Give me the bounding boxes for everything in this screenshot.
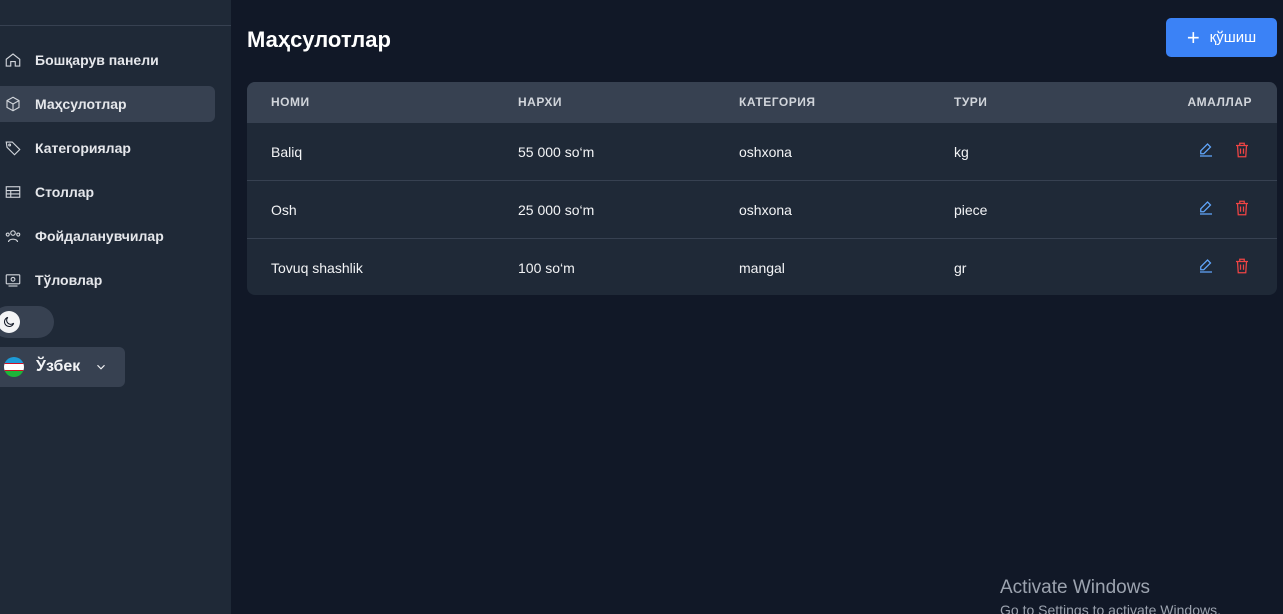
sidebar-item-label: Бошқарув панели [35,52,159,68]
page-title: Маҳсулотлар [247,27,391,52]
uzbekistan-flag-icon [4,357,24,377]
row-actions [1197,257,1251,278]
table-icon [3,182,23,202]
home-icon [3,50,23,70]
cell-type: gr [954,259,967,276]
row-actions [1197,199,1251,220]
cell-category: mangal [739,259,785,276]
language-label: Ўзбек [36,358,81,375]
sidebar-item-label: Тўловлар [35,272,103,288]
sidebar-item-categories[interactable]: Категориялар [0,130,215,166]
sidebar-item-payments[interactable]: Тўловлар [0,262,215,298]
add-button-label: қўшиш [1209,29,1257,46]
add-product-button[interactable]: + қўшиш [1166,18,1277,57]
row-actions [1197,141,1251,162]
cell-name: Tovuq shashlik [271,259,363,276]
cell-name: Baliq [271,143,303,160]
column-header-actions: АМАЛЛАР [1187,95,1252,109]
table-row: Tovuq shashlik 100 so‘m mangal gr [247,238,1277,295]
cell-type: piece [954,201,988,218]
sidebar-item-users[interactable]: Фойдаланувчилар [0,218,215,254]
cell-price: 55 000 so‘m [518,143,595,160]
chevron-down-icon [94,360,108,374]
edit-icon[interactable] [1197,257,1215,278]
cell-category: oshxona [739,201,792,218]
trash-icon[interactable] [1233,199,1251,220]
column-header-category: КАТЕГОРИЯ [739,95,816,109]
edit-icon[interactable] [1197,141,1215,162]
sidebar-divider [0,25,231,26]
app-window: Бошқарув панели Маҳсулотлар Категориялар… [0,0,1283,614]
payment-icon [3,270,23,290]
cell-category: oshxona [739,143,792,160]
windows-activation-hint: Go to Settings to activate Windows. [1000,602,1221,614]
cell-price: 25 000 so‘m [518,201,595,218]
edit-icon[interactable] [1197,199,1215,220]
products-table: НОМИ НАРХИ КАТЕГОРИЯ ТУРИ АМАЛЛАР Baliq … [247,82,1277,295]
column-header-name: НОМИ [271,95,310,109]
table-row: Osh 25 000 so‘m oshxona piece [247,180,1277,238]
trash-icon[interactable] [1233,141,1251,162]
cell-price: 100 so‘m [518,259,575,276]
tag-icon [3,138,23,158]
trash-icon[interactable] [1233,257,1251,278]
sidebar-item-label: Фойдаланувчилар [35,228,164,244]
sidebar-item-label: Категориялар [35,140,131,156]
sidebar-item-products[interactable]: Маҳсулотлар [0,86,215,122]
plus-icon: + [1186,24,1200,50]
sidebar-item-tables[interactable]: Столлар [0,174,215,210]
sidebar-item-dashboard[interactable]: Бошқарув панели [0,42,215,78]
users-icon [3,226,23,246]
sidebar-item-label: Столлар [35,184,95,200]
table-row: Baliq 55 000 so‘m oshxona kg [247,122,1277,180]
sidebar: Бошқарув панели Маҳсулотлар Категориялар… [0,0,231,614]
table-header: НОМИ НАРХИ КАТЕГОРИЯ ТУРИ АМАЛЛАР [247,82,1277,122]
moon-icon [0,311,20,333]
language-select[interactable]: Ўзбек [0,347,125,387]
cell-name: Osh [271,201,297,218]
theme-toggle[interactable] [0,306,54,338]
cell-type: kg [954,143,969,160]
windows-activation-watermark: Activate Windows [1000,577,1150,598]
box-icon [3,94,23,114]
sidebar-item-label: Маҳсулотлар [35,96,127,112]
column-header-type: ТУРИ [954,95,988,109]
column-header-price: НАРХИ [518,95,563,109]
